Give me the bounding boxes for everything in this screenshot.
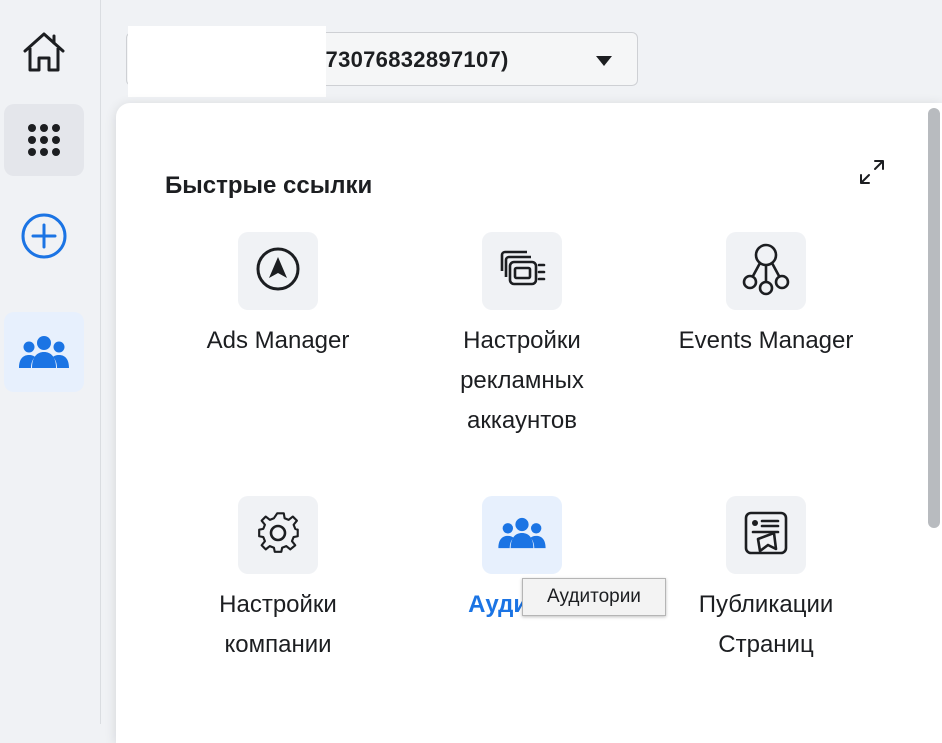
events-network-icon [741,242,791,301]
business-settings-label[interactable]: Настройки компании [168,585,388,665]
left-nav-rail [0,0,101,724]
people-icon [498,516,546,555]
gear-icon [253,508,303,563]
ad-account-settings-tile[interactable] [482,232,562,310]
page-posts-tile[interactable] [726,496,806,574]
ads-manager-tile[interactable] [238,232,318,310]
ad-accounts-icon [497,247,547,296]
home-button[interactable] [4,16,84,88]
panel-scrollbar[interactable] [928,108,940,528]
events-manager-label[interactable]: Events Manager [656,321,876,361]
page-posts-icon [742,509,790,562]
audiences-tooltip: Аудитории [522,578,666,616]
ads-manager-label[interactable]: Ads Manager [168,321,388,361]
create-button[interactable] [4,200,84,272]
caret-down-icon [595,54,613,72]
page-posts-label[interactable]: Публикации Страниц [656,585,876,665]
events-manager-tile[interactable] [726,232,806,310]
audiences-tile[interactable] [482,496,562,574]
people-icon [19,334,69,370]
business-settings-tile[interactable] [238,496,318,574]
quick-links-title: Быстрые ссылки [165,172,373,199]
all-tools-button[interactable] [4,104,84,176]
apps-grid-icon [24,120,64,160]
ad-account-settings-label[interactable]: Настройки рекламных аккаунтов [412,321,632,441]
redacted-account-name [128,26,326,97]
audiences-nav-button[interactable] [4,312,84,392]
expand-icon[interactable] [858,158,886,191]
account-id-text: 573076832897107) [313,47,509,72]
navigation-arrow-icon [254,245,302,298]
add-circle-icon [20,212,68,260]
home-icon [21,29,67,75]
